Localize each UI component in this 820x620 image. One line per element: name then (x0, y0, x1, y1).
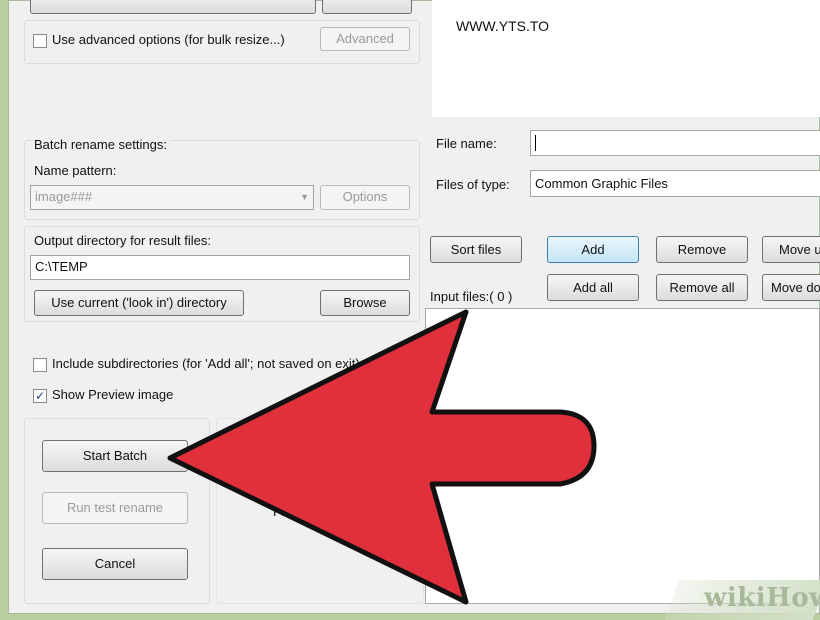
arrow-icon (167, 309, 597, 605)
wikihow-watermark: wikiHow (704, 583, 820, 613)
red-arrow-overlay (167, 309, 597, 605)
